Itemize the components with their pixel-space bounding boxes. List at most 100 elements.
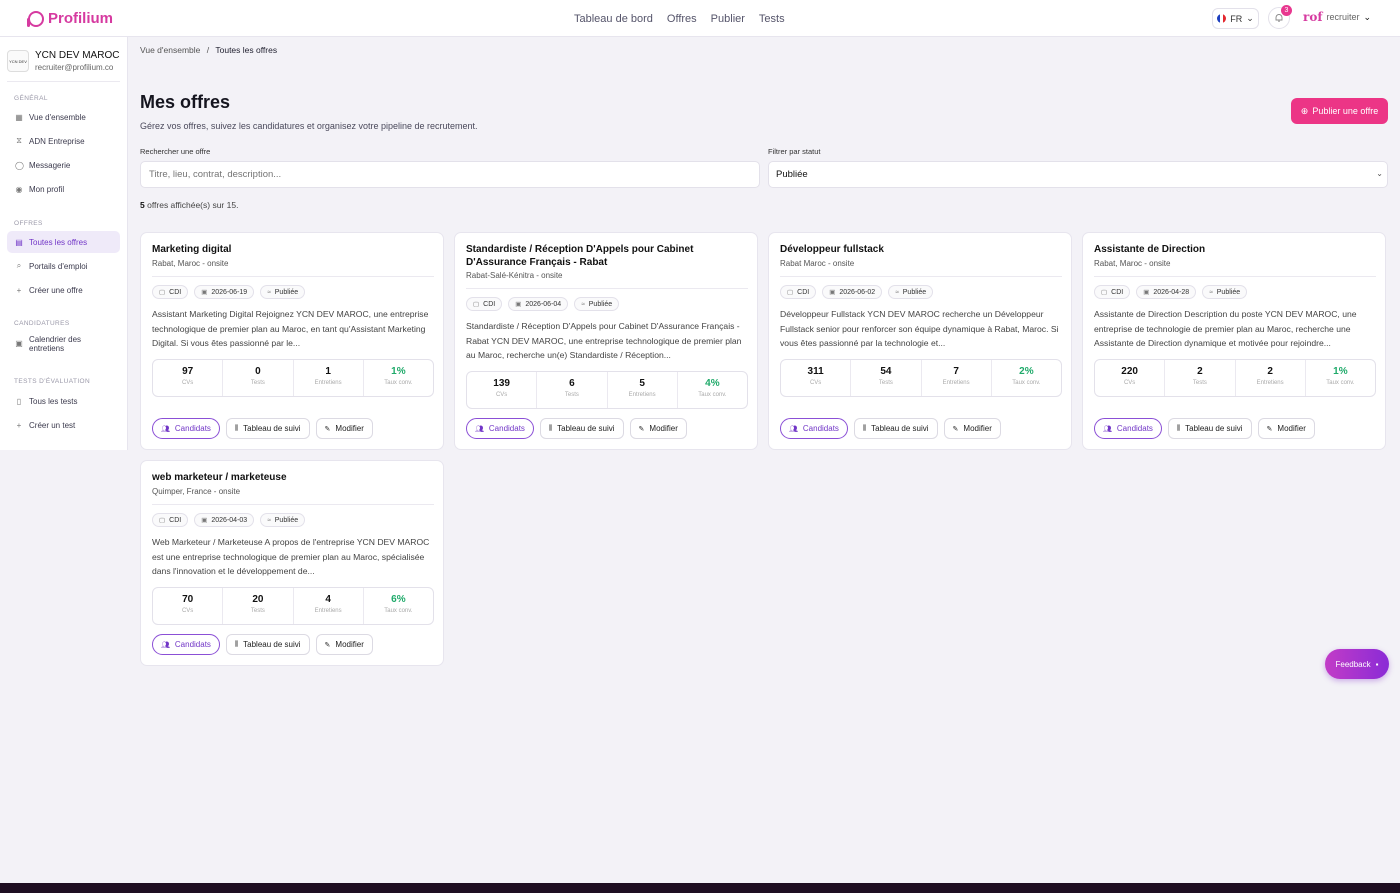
company-email: recruiter@profilium.co [35, 63, 114, 72]
stat-label: CVs [1123, 380, 1136, 386]
offer-title[interactable]: Assistante de Direction [1094, 243, 1376, 256]
divider [152, 276, 434, 277]
chevron-down-icon: ⌄ [1376, 169, 1383, 178]
sidebar-item-job-portals[interactable]: ⌕ Portails d'emploi [7, 255, 120, 277]
offer-actions: 👥︎ Candidats ⫼ Tableau de suivi ✎ Modifier [466, 418, 687, 439]
sidebar-item-create-offer[interactable]: + Créer une offre [7, 279, 120, 301]
edit-button[interactable]: ✎ Modifier [315, 418, 373, 439]
offer-title[interactable]: Standardiste / Réception D'Appels pour C… [466, 243, 748, 269]
stat-conversion-rate: 2% Taux conv. [992, 360, 1061, 396]
date-value: 2026-04-03 [211, 516, 248, 524]
divider [1094, 276, 1376, 277]
stat-cvs: 311 CVs [781, 360, 852, 396]
stat-label: Entretiens [942, 380, 970, 386]
sidebar-item-profile[interactable]: ◉ Mon profil [7, 178, 120, 200]
offer-tags: ▢ CDI ▣ 2026-06-02 ≈ Publiée [780, 285, 934, 299]
offer-card: Développeur fullstack Rabat Maroc - onsit… [768, 232, 1072, 450]
offer-title[interactable]: Marketing digital [152, 243, 434, 256]
sidebar-item-messages[interactable]: ◯ Messagerie [7, 154, 120, 176]
pencil-icon: ✎ [1266, 425, 1273, 433]
sidebar-item-dna[interactable]: ⧖ ADN Entreprise [7, 130, 120, 152]
offer-title[interactable]: Développeur fullstack [780, 243, 1062, 256]
breadcrumb: Vue d'ensemble / Toutes les offres [140, 45, 277, 55]
top-bar: Profilium Tableau de bord Offres Publier… [0, 0, 1400, 37]
contract-value: CDI [169, 288, 182, 296]
contract-value: CDI [483, 300, 496, 308]
candidates-button[interactable]: 👥︎ Candidats [466, 418, 534, 439]
offer-description: Développeur Fullstack YCN DEV MAROC rech… [780, 309, 1059, 349]
sidebar-item-all-tests[interactable]: ▯ Tous les tests [7, 390, 120, 412]
stat-label: Tests [250, 380, 265, 386]
stat-value: 2 [1197, 366, 1203, 377]
candidates-label: Candidats [1116, 424, 1153, 433]
status-filter-select[interactable]: Publiée ⌄ [768, 161, 1388, 188]
stat-value: 70 [182, 594, 194, 605]
candidates-label: Candidats [174, 424, 211, 433]
sidebar-item-label: Tous les tests [29, 396, 78, 406]
tracking-board-button[interactable]: ⫼ Tableau de suivi [225, 634, 310, 655]
offer-card: Assistante de Direction Rabat, Maroc - on… [1082, 232, 1386, 450]
candidates-button[interactable]: 👥︎ Candidats [152, 418, 220, 439]
chevron-down-icon: ⌄ [1246, 13, 1254, 23]
sidebar-item-interview-calendar[interactable]: ▣ Calendrier des entretiens [7, 334, 120, 356]
stat-value: 220 [1121, 366, 1138, 377]
feedback-button[interactable]: Feedback ▪ [1325, 649, 1389, 679]
contract-tag: ▢ CDI [1094, 285, 1131, 299]
stat-cvs: 97 CVs [153, 360, 224, 396]
sidebar-item-label: Créer un test [29, 420, 76, 430]
tracking-label: Tableau de suivi [1185, 424, 1243, 433]
offer-title[interactable]: web marketeur / marketeuse [152, 471, 434, 484]
tracking-label: Tableau de suivi [557, 424, 615, 433]
tracking-board-button[interactable]: ⫼ Tableau de suivi [853, 418, 938, 439]
tracking-board-button[interactable]: ⫼ Tableau de suivi [225, 418, 310, 439]
breadcrumb-parent[interactable]: Vue d'ensemble [140, 45, 200, 55]
offer-actions: 👥︎ Candidats ⫼ Tableau de suivi ✎ Modifier [152, 418, 373, 439]
tracking-label: Tableau de suivi [243, 424, 301, 433]
stat-label: Tests [564, 392, 579, 398]
pencil-icon: ✎ [324, 425, 331, 433]
edit-label: Modifier [335, 640, 364, 649]
stat-value: 2 [1267, 366, 1273, 377]
sidebar-item-label: Calendrier des entretiens [29, 335, 82, 353]
date-tag: ▣ 2026-04-28 [1136, 285, 1197, 299]
edit-button[interactable]: ✎ Modifier [315, 634, 373, 655]
offer-card: web marketeur / marketeuse Quimper, Franc… [140, 460, 444, 666]
topnav-publish[interactable]: Publier [711, 13, 745, 25]
sidebar-item-create-test[interactable]: + Créer un test [7, 414, 120, 436]
tracking-label: Tableau de suivi [243, 640, 301, 649]
sidebar-item-all-offers[interactable]: ▤ Toutes les offres [7, 231, 120, 253]
brand-logo[interactable]: Profilium [27, 10, 113, 27]
users-icon: 👥︎ [789, 425, 798, 433]
user-name: recruiter [1326, 12, 1360, 22]
edit-button[interactable]: ✎ Modifier [629, 418, 687, 439]
page-title: Mes offres [140, 92, 231, 112]
sidebar-divider [7, 81, 120, 82]
edit-button[interactable]: ✎ Modifier [943, 418, 1001, 439]
topnav-tests[interactable]: Tests [759, 13, 785, 25]
candidates-button[interactable]: 👥︎ Candidats [1094, 418, 1162, 439]
briefcase-icon: ▢ [159, 517, 166, 524]
edit-button[interactable]: ✎ Modifier [1257, 418, 1315, 439]
offer-stats: 139 CVs 6 Tests 5 Entretiens 4% Taux conv. [466, 371, 748, 409]
topnav-offers[interactable]: Offres [667, 13, 697, 25]
sidebar-item-overview[interactable]: ▦ Vue d'ensemble [7, 106, 120, 128]
offer-actions: 👥︎ Candidats ⫼ Tableau de suivi ✎ Modifier [780, 418, 1001, 439]
stat-value: 6 [569, 378, 575, 389]
language-selector[interactable]: FR ⌄ [1212, 8, 1259, 29]
offer-location: Quimper, France - onsite [152, 487, 241, 496]
tracking-board-button[interactable]: ⫼ Tableau de suivi [1167, 418, 1252, 439]
stat-value: 54 [880, 366, 892, 377]
status-filter-value: Publiée [776, 169, 808, 180]
chevron-down-icon: ⌄ [1363, 11, 1372, 22]
candidates-button[interactable]: 👥︎ Candidats [780, 418, 848, 439]
candidates-button[interactable]: 👥︎ Candidats [152, 634, 220, 655]
publish-offer-button[interactable]: ⊕ Publier une offre [1291, 98, 1388, 124]
search-input[interactable] [140, 161, 760, 188]
user-menu[interactable]: rof recruiter ⌄ [1303, 10, 1371, 24]
sidebar-item-label: Messagerie [29, 160, 71, 170]
calendar-icon: ▣ [1143, 289, 1150, 296]
tracking-board-button[interactable]: ⫼ Tableau de suivi [539, 418, 624, 439]
stat-label: Entretiens [1256, 380, 1284, 386]
topnav-dashboard[interactable]: Tableau de bord [574, 13, 653, 25]
sidebar-item-label: ADN Entreprise [29, 136, 85, 146]
